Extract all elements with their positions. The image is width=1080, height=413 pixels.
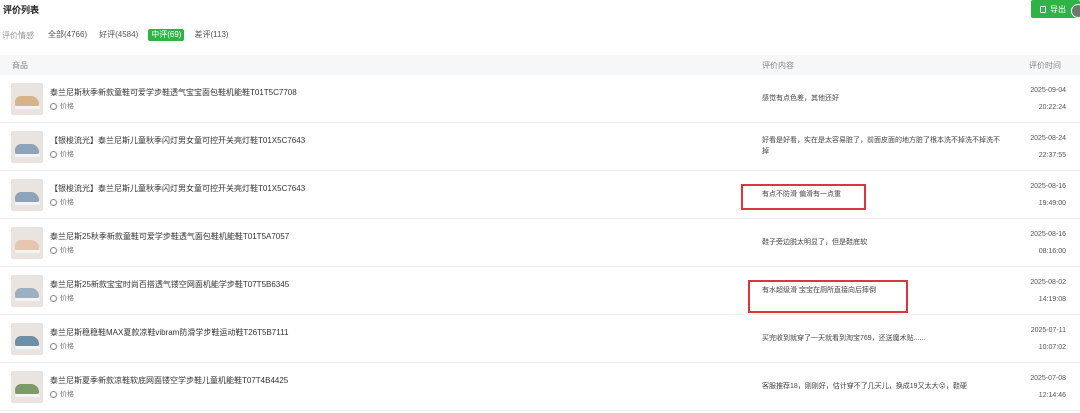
product-name[interactable]: 【银梭流光】泰兰尼斯儿童秋季闪灯男女童可控开关亮灯鞋T01X5C7643 bbox=[50, 135, 305, 146]
price-icon bbox=[50, 390, 57, 398]
price-link[interactable]: 价格 bbox=[50, 197, 74, 207]
price-icon bbox=[50, 198, 57, 206]
review-content: 买完收到就穿了一天就看到淘宝769，还送魔术贴...... bbox=[762, 335, 926, 342]
review-time: 10:07:02 bbox=[1038, 344, 1066, 351]
product-thumbnail[interactable] bbox=[11, 275, 43, 307]
price-label: 价格 bbox=[60, 391, 74, 398]
price-icon bbox=[50, 294, 57, 302]
review-time: 22:37:55 bbox=[1038, 152, 1066, 159]
review-content: 感觉有点色差，其他还好 bbox=[762, 95, 839, 102]
review-content: 客服推荐18，刚刚好，估计穿不了几天儿，换成19又太大😮，鞋硬 bbox=[762, 383, 967, 390]
price-icon bbox=[50, 102, 57, 110]
column-header-product: 商品 bbox=[12, 60, 28, 70]
review-date: 2025-08-02 bbox=[1030, 279, 1066, 286]
filter-bar: 评价情感 全部(4766) 好评(4584) 中评(69) 差评(113) bbox=[0, 29, 239, 41]
filter-tab-neutral[interactable]: 中评(69) bbox=[148, 29, 185, 41]
review-date: 2025-07-08 bbox=[1030, 375, 1066, 382]
product-thumbnail[interactable] bbox=[11, 131, 43, 163]
price-label: 价格 bbox=[60, 151, 74, 158]
review-content: 好看是好看，实在是太容易脏了，前面皮面的地方脏了根本洗不掉洗不掉洗不掉 bbox=[762, 137, 1000, 155]
table-row: 泰兰尼斯25秋季新款童鞋可爱学步鞋透气面包鞋机能鞋T01T5A7057 价格 鞋… bbox=[0, 219, 1080, 267]
product-thumbnail[interactable] bbox=[11, 323, 43, 355]
price-label: 价格 bbox=[60, 247, 74, 254]
price-icon bbox=[50, 342, 57, 350]
review-date: 2025-08-16 bbox=[1030, 183, 1066, 190]
review-time: 19:49:00 bbox=[1038, 200, 1066, 207]
highlight-box bbox=[748, 280, 908, 313]
filter-label: 评价情感 bbox=[2, 30, 34, 40]
table-row: 【银梭流光】泰兰尼斯儿童秋季闪灯男女童可控开关亮灯鞋T01X5C7643 价格 … bbox=[0, 123, 1080, 171]
price-label: 价格 bbox=[60, 199, 74, 206]
table-row: 泰兰尼斯秋季新款童鞋可爱学步鞋透气宝宝面包鞋机能鞋T01T5C7708 价格 感… bbox=[0, 75, 1080, 123]
filter-tab-positive[interactable]: 好评(4584) bbox=[97, 29, 140, 41]
table-row: 泰兰尼斯夏季新款凉鞋软底网面镂空学步鞋儿童机能鞋T07T4B4425 价格 客服… bbox=[0, 363, 1080, 411]
table-header: 商品 评价内容 评价时间 bbox=[0, 55, 1080, 75]
price-link[interactable]: 价格 bbox=[50, 149, 74, 159]
review-date: 2025-09-04 bbox=[1030, 87, 1066, 94]
shoe-sole bbox=[15, 394, 40, 397]
price-label: 价格 bbox=[60, 343, 74, 350]
price-link[interactable]: 价格 bbox=[50, 341, 74, 351]
price-link[interactable]: 价格 bbox=[50, 389, 74, 399]
shoe-sole bbox=[15, 154, 40, 157]
review-date: 2025-07-11 bbox=[1030, 327, 1066, 334]
product-name[interactable]: 【银梭流光】泰兰尼斯儿童秋季闪灯男女童可控开关亮灯鞋T01X5C7643 bbox=[50, 183, 305, 194]
shoe-sole bbox=[15, 250, 40, 253]
product-name[interactable]: 泰兰尼斯夏季新款凉鞋软底网面镂空学步鞋儿童机能鞋T07T4B4425 bbox=[50, 375, 288, 386]
column-header-content: 评价内容 bbox=[762, 60, 794, 70]
shoe-sole bbox=[15, 298, 40, 301]
product-name[interactable]: 泰兰尼斯25新款宝宝时尚百搭透气镂空网面机能学步鞋T07T5B6345 bbox=[50, 279, 289, 290]
review-time: 20:22:24 bbox=[1038, 104, 1066, 111]
product-name[interactable]: 泰兰尼斯稳稳鞋MAX夏款凉鞋vibram防滑学步鞋运动鞋T26T5B7111 bbox=[50, 327, 288, 338]
product-name[interactable]: 泰兰尼斯25秋季新款童鞋可爱学步鞋透气面包鞋机能鞋T01T5A7057 bbox=[50, 231, 289, 242]
product-thumbnail[interactable] bbox=[11, 227, 43, 259]
filter-tab-all[interactable]: 全部(4766) bbox=[46, 29, 89, 41]
price-icon bbox=[50, 246, 57, 254]
review-time: 14:19:08 bbox=[1038, 296, 1066, 303]
product-thumbnail[interactable] bbox=[11, 371, 43, 403]
review-date: 2025-08-16 bbox=[1030, 231, 1066, 238]
price-link[interactable]: 价格 bbox=[50, 293, 74, 303]
product-thumbnail[interactable] bbox=[11, 179, 43, 211]
price-link[interactable]: 价格 bbox=[50, 101, 74, 111]
price-label: 价格 bbox=[60, 295, 74, 302]
shoe-sole bbox=[15, 106, 40, 109]
export-label: 导出 bbox=[1050, 4, 1066, 14]
shoe-sole bbox=[15, 346, 40, 349]
review-content: 鞋子旁边脱太明显了，但是鞋底软 bbox=[762, 239, 867, 246]
review-table: 商品 评价内容 评价时间 bbox=[0, 55, 1080, 75]
review-time: 08:16:00 bbox=[1038, 248, 1066, 255]
avatar[interactable] bbox=[1071, 4, 1080, 18]
table-row: 【银梭流光】泰兰尼斯儿童秋季闪灯男女童可控开关亮灯鞋T01X5C7643 价格 … bbox=[0, 171, 1080, 219]
price-link[interactable]: 价格 bbox=[50, 245, 74, 255]
table-row: 泰兰尼斯25新款宝宝时尚百搭透气镂空网面机能学步鞋T07T5B6345 价格 有… bbox=[0, 267, 1080, 315]
review-time: 12:14:46 bbox=[1038, 392, 1066, 399]
page-title: 评价列表 bbox=[3, 5, 40, 15]
shoe-sole bbox=[15, 202, 40, 205]
price-label: 价格 bbox=[60, 103, 74, 110]
price-icon bbox=[50, 150, 57, 158]
review-date: 2025-08-24 bbox=[1030, 135, 1066, 142]
table-row: 泰兰尼斯稳稳鞋MAX夏款凉鞋vibram防滑学步鞋运动鞋T26T5B7111 价… bbox=[0, 315, 1080, 363]
highlight-box bbox=[741, 184, 866, 210]
product-name[interactable]: 泰兰尼斯秋季新款童鞋可爱学步鞋透气宝宝面包鞋机能鞋T01T5C7708 bbox=[50, 87, 297, 98]
filter-tab-negative[interactable]: 差评(113) bbox=[192, 29, 230, 41]
export-icon bbox=[1040, 5, 1046, 13]
column-header-time: 评价时间 bbox=[1029, 60, 1061, 70]
product-thumbnail[interactable] bbox=[11, 83, 43, 115]
